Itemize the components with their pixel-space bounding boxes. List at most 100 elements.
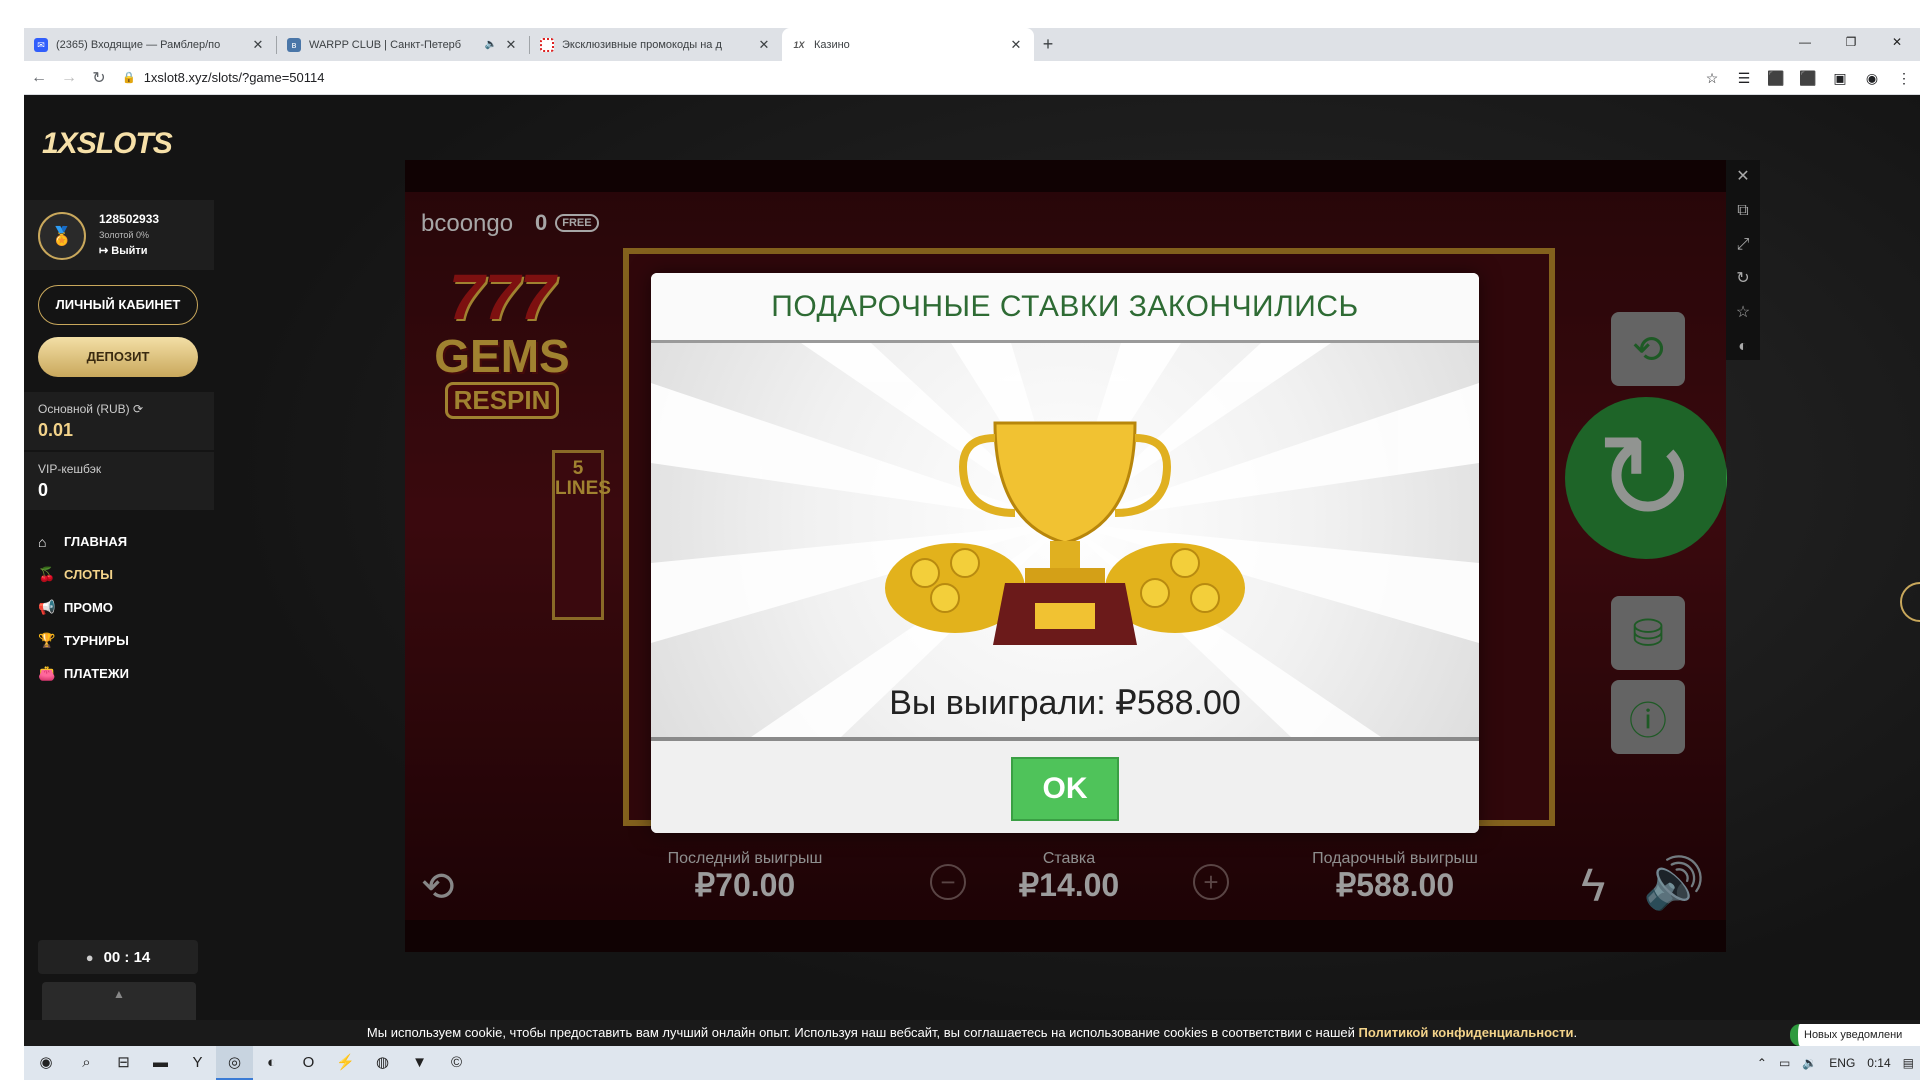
toggle-icon[interactable]: ◐	[1726, 330, 1760, 364]
system-tray: ⌃ ▭ 🔉 ENG 0:14 ▤	[1751, 1046, 1920, 1080]
open-new-window-icon[interactable]: ⧉	[1726, 194, 1760, 228]
user-id: 128502933	[99, 212, 160, 226]
tab-close-icon[interactable]: ✕	[250, 37, 266, 53]
balance-value: 0.01	[38, 420, 74, 440]
task-view-icon[interactable]: ⊟	[105, 1046, 142, 1080]
reading-list-icon[interactable]: ☰	[1728, 70, 1760, 87]
sidebar-item-slots[interactable]: 🍒 СЛОТЫ	[38, 558, 129, 591]
tab-close-icon[interactable]: ✕	[503, 37, 519, 53]
window-controls: — ❐ ✕	[1782, 28, 1920, 56]
opera-icon[interactable]: O	[290, 1046, 327, 1080]
cherries-icon: 🍒	[38, 566, 56, 582]
browser-tab-bar: ✉ (2365) Входящие — Рамблер/по ✕ в WARPP…	[24, 28, 1920, 61]
session-timer: ● 00 : 14	[38, 940, 198, 974]
browser-tab-warpp[interactable]: в WARPP CLUB | Санкт-Петерб 🔈 ✕	[277, 28, 529, 61]
app-icon[interactable]: ◍	[364, 1046, 401, 1080]
search-icon[interactable]: ⌕	[68, 1046, 105, 1080]
extension-icon[interactable]: ⬛	[1792, 70, 1824, 87]
browser-tab-mail[interactable]: ✉ (2365) Входящие — Рамблер/по ✕	[24, 28, 276, 61]
sidebar-bottom-tab[interactable]: ▲	[42, 982, 196, 1022]
fullscreen-icon[interactable]: ⤢	[1726, 228, 1760, 262]
left-margin	[0, 0, 24, 1080]
tray-chevron-icon[interactable]: ⌃	[1751, 1056, 1773, 1070]
action-center-icon[interactable]: ▤	[1897, 1056, 1920, 1070]
notification-toast[interactable]: Новых уведомлени	[1790, 1024, 1920, 1046]
trophy-icon	[885, 421, 1245, 645]
site-page: 1XSLOTS 🏅 128502933 Золотой 0% ↦ Выйти Л…	[24, 95, 1920, 1042]
tab-title: WARPP CLUB | Санкт-Петерб	[309, 38, 462, 51]
reload-icon[interactable]: ↻	[84, 68, 114, 88]
home-icon: ⌂	[38, 533, 47, 550]
favorite-star-icon[interactable]: ☆	[1726, 296, 1760, 330]
vk-favicon-icon: в	[287, 37, 301, 52]
modal-body: Вы выиграли: ₽588.00	[651, 343, 1479, 737]
restore-icon[interactable]: ❐	[1828, 28, 1874, 56]
brave-icon[interactable]: ▼	[401, 1046, 438, 1080]
url-field[interactable]: 🔒 1xslot8.xyz/slots/?game=50114	[122, 70, 324, 85]
modal-footer: OK	[651, 737, 1479, 833]
rank-medal-icon: 🏅	[38, 212, 86, 260]
balance-label: Основной (RUB) ⟳	[38, 402, 144, 416]
game-side-controls: ✕ ⧉ ⤢ ↻ ☆ ◐	[1726, 160, 1760, 360]
ok-button[interactable]: OK	[1011, 757, 1119, 821]
menu-dots-icon[interactable]: ⋮	[1888, 70, 1920, 87]
cabinet-button[interactable]: ЛИЧНЫЙ КАБИНЕТ	[38, 285, 198, 325]
clock[interactable]: 0:14	[1861, 1056, 1896, 1070]
sidebar-item-promo[interactable]: 📢 ПРОМО	[38, 591, 129, 624]
cookie-banner: Мы используем cookie, чтобы предоставить…	[24, 1020, 1920, 1046]
cookie-text: Мы используем cookie, чтобы предоставить…	[366, 1025, 1355, 1040]
sidebar-item-home[interactable]: ⌂ ГЛАВНАЯ	[38, 525, 129, 558]
minimize-icon[interactable]: —	[1782, 28, 1828, 56]
browser-tab-casino[interactable]: 1X Казино ✕	[782, 28, 1034, 61]
start-orb-icon[interactable]: ◉	[24, 1046, 68, 1080]
mail-favicon-icon: ✉	[34, 37, 48, 52]
audio-icon[interactable]: 🔈	[485, 39, 497, 50]
back-icon[interactable]: ←	[24, 69, 54, 87]
win-message: Вы выиграли: ₽588.00	[889, 684, 1241, 722]
promo-favicon-icon	[540, 37, 554, 52]
app-icon[interactable]: ©	[438, 1046, 475, 1080]
extension-icon[interactable]: ⬛	[1760, 70, 1792, 87]
network-icon[interactable]: ▭	[1773, 1056, 1796, 1070]
cookie-dot: .	[1573, 1025, 1578, 1040]
extension-icon[interactable]: ▣	[1824, 70, 1856, 87]
trophy-icon: 🏆	[38, 632, 56, 648]
modal-title: ПОДАРОЧНЫЕ СТАВКИ ЗАКОНЧИЛИСЬ	[651, 273, 1479, 343]
gift-bets-ended-modal: ПОДАРОЧНЫЕ СТАВКИ ЗАКОНЧИЛИСЬ Вы выиграл…	[651, 273, 1479, 833]
file-explorer-icon[interactable]: ▬	[142, 1046, 179, 1080]
bookmark-star-icon[interactable]: ☆	[1696, 70, 1728, 87]
app-icon[interactable]: ⚡	[327, 1046, 364, 1080]
volume-icon[interactable]: 🔉	[1796, 1056, 1823, 1070]
reload-game-icon[interactable]: ↻	[1726, 262, 1760, 296]
browser-tab-promo[interactable]: Эксклюзивные промокоды на д ✕	[530, 28, 782, 61]
chrome-icon[interactable]: ◎	[216, 1046, 253, 1080]
yandex-browser-icon[interactable]: Y	[179, 1046, 216, 1080]
tab-title: (2365) Входящие — Рамблер/по	[56, 38, 221, 51]
sidebar-item-tournaments[interactable]: 🏆 ТУРНИРЫ	[38, 624, 129, 657]
close-game-icon[interactable]: ✕	[1726, 160, 1760, 194]
tab-close-icon[interactable]: ✕	[756, 37, 772, 53]
tab-close-icon[interactable]: ✕	[1008, 37, 1024, 53]
privacy-policy-link[interactable]: Политикой конфиденциальности	[1359, 1025, 1574, 1040]
user-rank: Золотой 0%	[99, 230, 149, 240]
tab-title: Казино	[814, 38, 850, 51]
timer-value: 00 : 14	[103, 948, 151, 966]
logout-link[interactable]: ↦ Выйти	[99, 244, 148, 257]
new-tab-button[interactable]: +	[1034, 28, 1062, 61]
extensions-area: ☆ ☰ ⬛ ⬛ ▣ ◉ ⋮	[1696, 61, 1920, 95]
clock-icon: ●	[85, 949, 94, 965]
deposit-button[interactable]: ДЕПОЗИТ	[38, 337, 198, 377]
sidebar: 1XSLOTS 🏅 128502933 Золотой 0% ↦ Выйти Л…	[24, 95, 214, 1042]
lock-icon: 🔒	[122, 72, 136, 84]
language-indicator[interactable]: ENG	[1823, 1056, 1861, 1070]
sidebar-menu: ⌂ ГЛАВНАЯ 🍒 СЛОТЫ 📢 ПРОМО 🏆 ТУРНИРЫ 👛 ПЛАТЕЖИ	[38, 525, 129, 690]
sidebar-item-payments[interactable]: 👛 ПЛАТЕЖИ	[38, 657, 129, 690]
site-logo[interactable]: 1XSLOTS	[42, 127, 173, 161]
close-window-icon[interactable]: ✕	[1874, 28, 1920, 56]
refresh-balance-icon[interactable]: ⟳	[133, 402, 143, 416]
profile-icon[interactable]: ◉	[1856, 70, 1888, 87]
balance-box: Основной (RUB) ⟳ 0.01	[24, 392, 214, 450]
app-icon[interactable]: ◐	[253, 1046, 290, 1080]
forward-icon[interactable]: →	[54, 69, 84, 87]
vip-cashback-box: VIP-кешбэк 0	[24, 452, 214, 510]
